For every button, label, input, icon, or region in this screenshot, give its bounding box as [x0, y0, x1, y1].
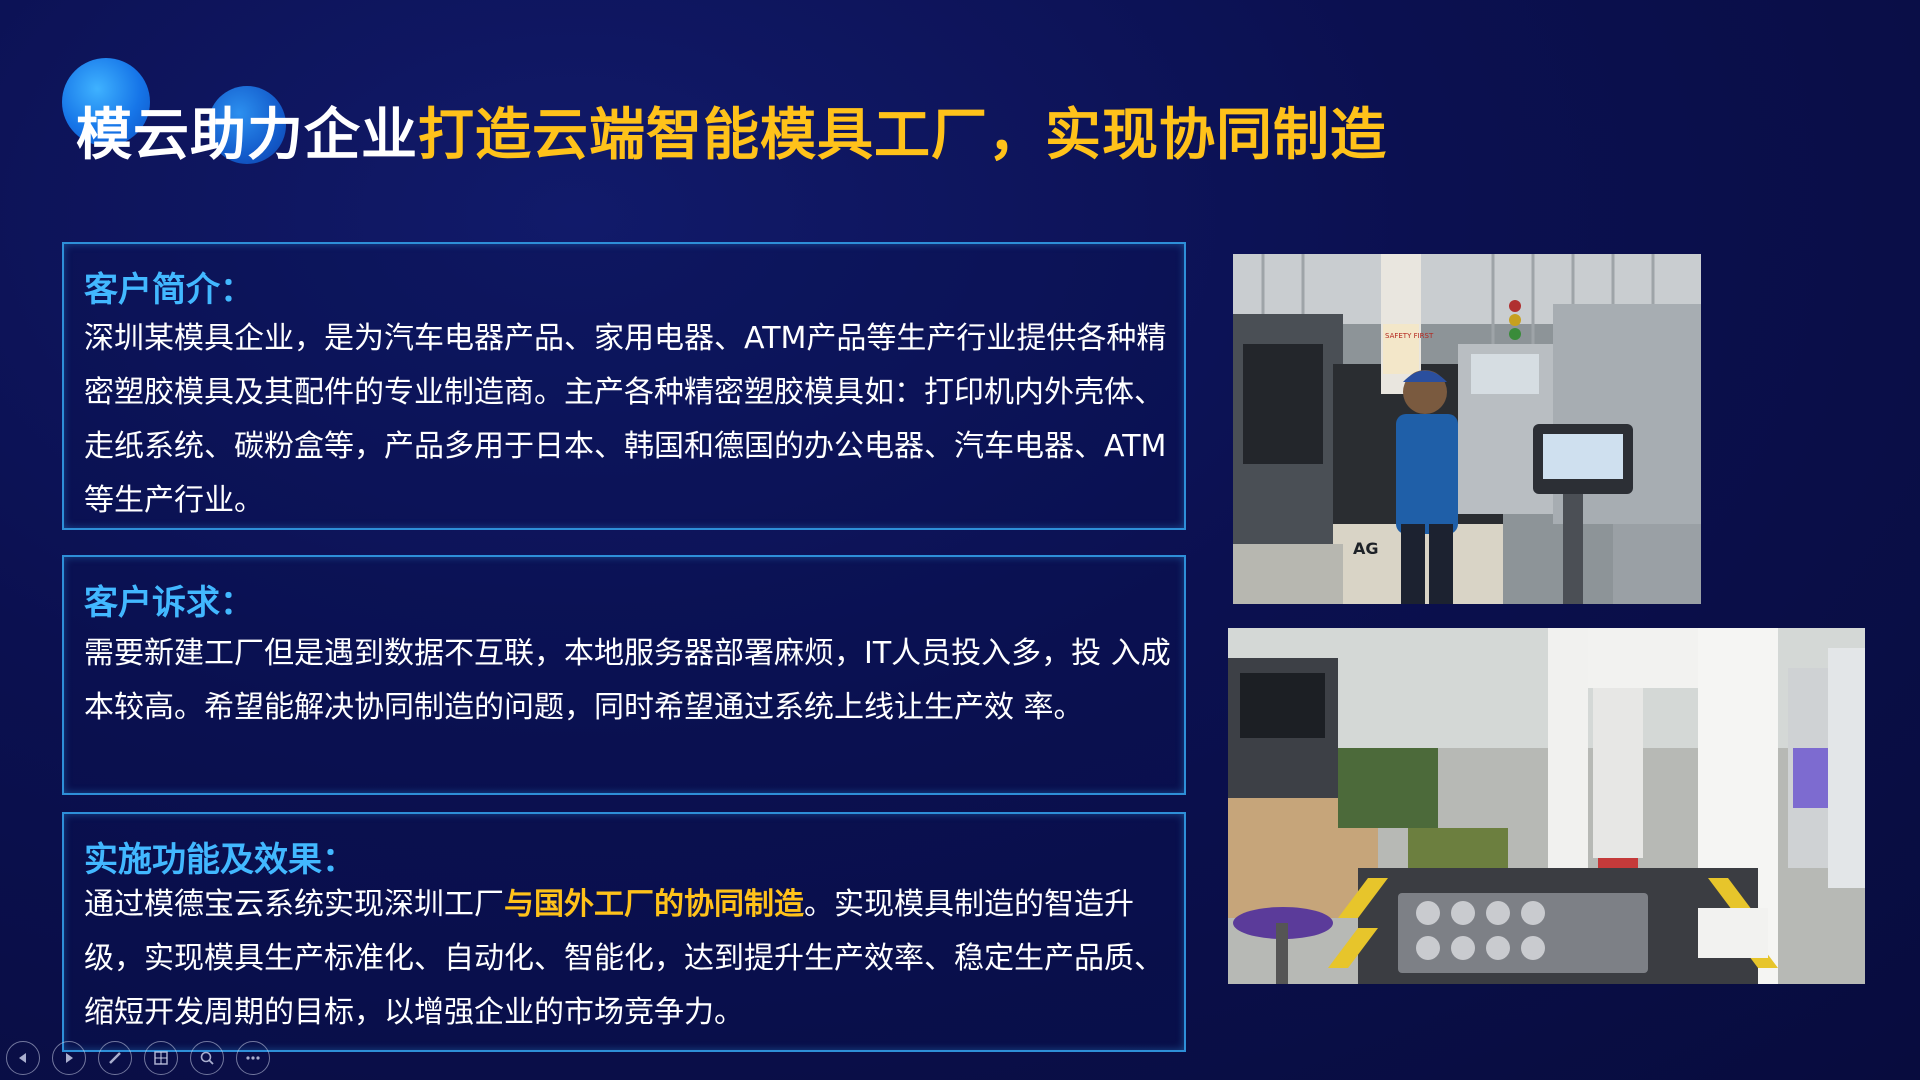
slides-icon[interactable] — [144, 1041, 178, 1075]
factory-photo-cmm-machine — [1228, 628, 1865, 984]
presenter-toolbar — [6, 1040, 270, 1076]
machine-model-label: AG — [1353, 539, 1379, 558]
implementation-text-before: 通过模德宝云系统实现深圳工厂 — [84, 887, 504, 922]
slide: 模云助力企业打造云端智能模具工厂，实现协同制造 客户简介： 深圳某模具企业，是为… — [0, 0, 1920, 1080]
customer-intro-heading: 客户简介： — [84, 270, 254, 310]
more-icon[interactable] — [236, 1041, 270, 1075]
safety-sign-text: SAFETY FIRST — [1385, 332, 1434, 340]
next-icon[interactable] — [52, 1041, 86, 1075]
customer-needs-heading: 客户诉求： — [84, 583, 254, 623]
implementation-panel: 实施功能及效果： 通过模德宝云系统实现深圳工厂与国外工厂的协同制造。实现模具制造… — [62, 812, 1186, 1052]
title-part-white: 模云助力企业 — [76, 103, 418, 168]
factory-photo-cmm-illustration — [1228, 628, 1865, 984]
previous-icon[interactable] — [6, 1041, 40, 1075]
factory-photo-edm-machine: SAFETY FIRST AG — [1233, 254, 1701, 604]
customer-needs-panel: 客户诉求： 需要新建工厂但是遇到数据不互联，本地服务器部署麻烦，IT人员投入多，… — [62, 555, 1186, 795]
customer-needs-text: 需要新建工厂但是遇到数据不互联，本地服务器部署麻烦，IT人员投入多，投 入成本较… — [84, 636, 1171, 725]
slide-title: 模云助力企业打造云端智能模具工厂，实现协同制造 — [76, 90, 1387, 171]
zoom-icon[interactable] — [190, 1041, 224, 1075]
customer-intro-panel: 客户简介： 深圳某模具企业，是为汽车电器产品、家用电器、ATM产品等生产行业提供… — [62, 242, 1186, 530]
title-part-yellow: 打造云端智能模具工厂，实现协同制造 — [418, 103, 1387, 168]
implementation-heading: 实施功能及效果： — [84, 840, 356, 880]
factory-photo-edm-illustration: SAFETY FIRST AG — [1233, 254, 1701, 604]
pen-icon[interactable] — [98, 1041, 132, 1075]
customer-intro-text: 深圳某模具企业，是为汽车电器产品、家用电器、ATM产品等生产行业提供各种精密塑胶… — [84, 321, 1167, 518]
implementation-text-highlight: 与国外工厂的协同制造 — [504, 887, 804, 922]
implementation-text: 通过模德宝云系统实现深圳工厂与国外工厂的协同制造。实现模具制造的智造升级，实现模… — [84, 878, 1172, 1040]
